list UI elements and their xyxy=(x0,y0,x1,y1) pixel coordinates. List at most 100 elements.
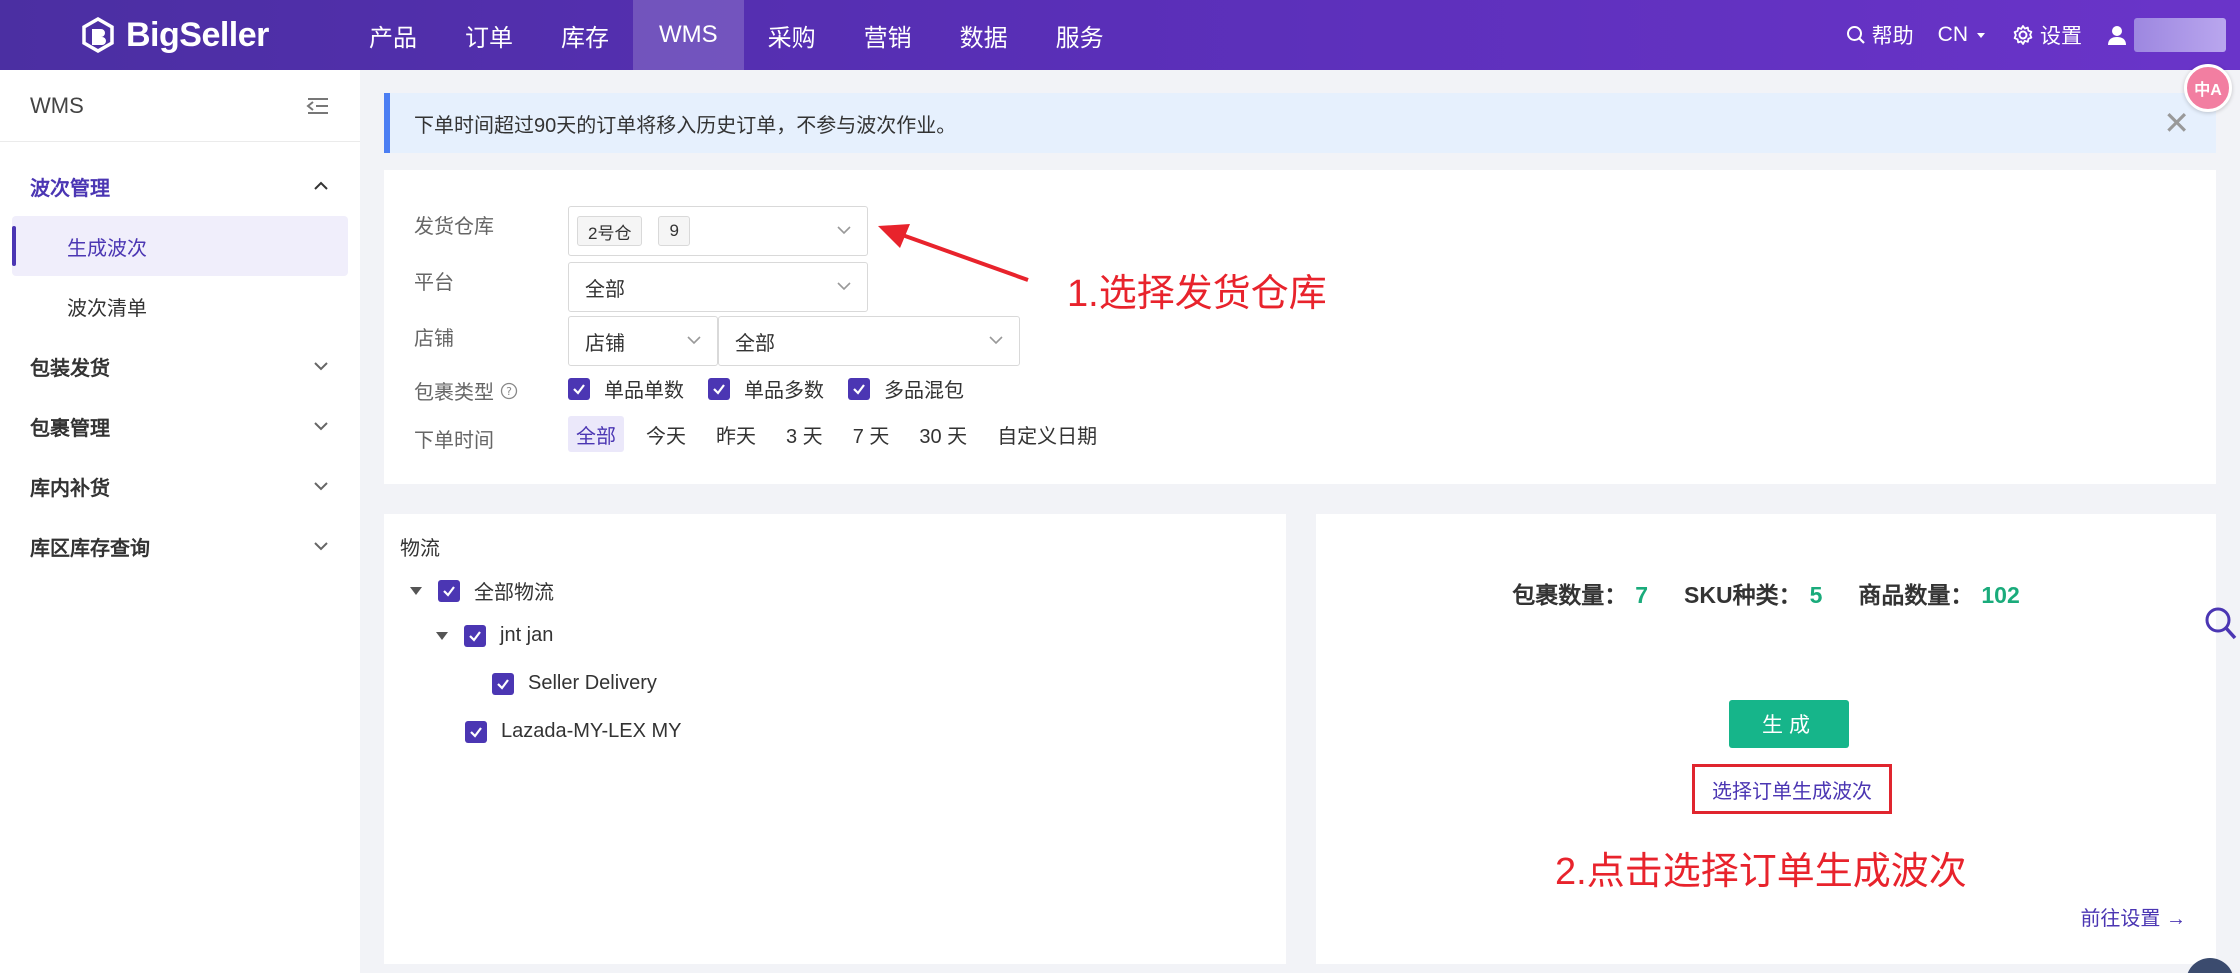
settings-button[interactable]: 设置 xyxy=(2012,20,2082,50)
checkbox-label: 单品单数 xyxy=(604,380,684,402)
chevron-down-icon xyxy=(314,362,328,371)
top-navigation-bar: BigSeller 产品 订单 库存 WMS 采购 营销 数据 服务 帮助 CN… xyxy=(0,0,2240,70)
store-label: 店铺 xyxy=(414,328,454,350)
nav-service[interactable]: 服务 xyxy=(1032,0,1128,70)
time-option-all[interactable]: 全部 xyxy=(568,416,624,452)
warehouse-select[interactable]: 2号仓 9 xyxy=(568,206,868,256)
time-option-3-days[interactable]: 3 天 xyxy=(778,416,831,452)
warehouse-label: 发货仓库 xyxy=(414,216,494,238)
platform-value: 全部 xyxy=(585,278,625,301)
chevron-down-icon xyxy=(314,422,328,431)
help-label: 帮助 xyxy=(1871,25,1914,48)
logo[interactable]: BigSeller xyxy=(80,12,269,58)
sidebar-group-label: 包装发货 xyxy=(30,357,110,380)
checkbox-label: 多品混包 xyxy=(884,380,964,402)
filter-panel: 发货仓库 2号仓 9 平台 全部 店铺 店铺 全部 包裹类型 ? 单品单数 单品… xyxy=(384,170,2216,484)
language-label: CN xyxy=(1937,23,1968,46)
close-icon[interactable]: ✕ xyxy=(2163,107,2190,139)
store-type-select[interactable]: 店铺 xyxy=(568,316,718,366)
time-option-7-days[interactable]: 7 天 xyxy=(845,416,898,452)
user-icon xyxy=(2108,26,2126,45)
caret-down-icon xyxy=(1977,33,1985,38)
help-button[interactable]: 帮助 xyxy=(1846,20,1914,50)
settings-label: 设置 xyxy=(2040,25,2082,48)
package-type-label-wrap: 包裹类型 ? xyxy=(414,376,518,405)
user-menu[interactable] xyxy=(2106,18,2240,52)
order-time-options: 全部 今天 昨天 3 天 7 天 30 天 自定义日期 xyxy=(568,416,1119,452)
nav-data[interactable]: 数据 xyxy=(936,0,1032,70)
time-option-today[interactable]: 今天 xyxy=(638,416,694,452)
generate-button[interactable]: 生成 xyxy=(1729,700,1849,748)
package-type-single-single[interactable]: 单品单数 xyxy=(568,374,684,403)
chevron-down-icon xyxy=(314,482,328,491)
time-option-custom[interactable]: 自定义日期 xyxy=(989,416,1105,452)
expand-caret-icon[interactable] xyxy=(410,586,422,595)
checkbox-checked-icon[interactable] xyxy=(568,377,590,400)
checkbox-checked-icon[interactable] xyxy=(848,377,870,400)
sidebar-header: WMS xyxy=(0,70,360,142)
tree-node-label: Seller Delivery xyxy=(528,672,657,694)
package-type-label: 包裹类型 xyxy=(414,382,494,404)
tree-node-seller-delivery[interactable]: Seller Delivery xyxy=(492,672,657,695)
nav-marketing[interactable]: 营销 xyxy=(840,0,936,70)
help-circle-icon[interactable]: ? xyxy=(500,382,518,400)
time-option-yesterday[interactable]: 昨天 xyxy=(708,416,764,452)
tree-node-label: jnt jan xyxy=(500,624,554,646)
annotation-arrow xyxy=(878,224,1029,282)
checkbox-checked-icon[interactable] xyxy=(708,377,730,400)
sidebar: WMS 波次管理 生成波次 波次清单 包装发货 包裹管理 库内补货 库区库存查询 xyxy=(0,70,360,973)
collapse-menu-icon[interactable] xyxy=(306,96,330,116)
chevron-down-icon xyxy=(837,226,851,235)
nav-inventory[interactable]: 库存 xyxy=(537,0,633,70)
nav-products[interactable]: 产品 xyxy=(345,0,441,70)
tree-node-lazada-lex[interactable]: Lazada-MY-LEX MY xyxy=(465,720,681,743)
sidebar-group-wave-management[interactable]: 波次管理 xyxy=(0,156,360,216)
stat-value: 5 xyxy=(1809,582,1823,608)
stat-label: 商品数量： xyxy=(1858,582,1974,608)
goto-settings-link[interactable]: 前往设置 → xyxy=(2080,902,2186,931)
select-orders-generate-wave-link[interactable]: 选择订单生成波次 xyxy=(1692,764,1892,814)
summary-stats: 包裹数量： 7 SKU种类： 5 商品数量： 102 xyxy=(1316,576,2216,610)
chevron-down-icon xyxy=(314,542,328,551)
platform-select[interactable]: 全部 xyxy=(568,262,868,312)
checkbox-label: 单品多数 xyxy=(744,380,824,402)
search-icon xyxy=(1846,26,1865,44)
sidebar-group-packing-shipping[interactable]: 包装发货 xyxy=(0,336,360,396)
store-value: 全部 xyxy=(735,332,775,355)
main-nav: 产品 订单 库存 WMS 采购 营销 数据 服务 xyxy=(345,0,1128,70)
search-icon[interactable] xyxy=(2204,606,2238,642)
checkbox-checked-icon[interactable] xyxy=(464,624,486,647)
sidebar-item-wave-list[interactable]: 波次清单 xyxy=(12,276,348,336)
expand-caret-icon[interactable] xyxy=(436,631,448,640)
bigseller-logo-icon xyxy=(82,17,114,53)
package-type-options: 单品单数 单品多数 多品混包 xyxy=(568,374,988,403)
time-option-30-days[interactable]: 30 天 xyxy=(911,416,975,452)
language-selector[interactable]: CN xyxy=(1938,23,1988,47)
sidebar-group-replenishment[interactable]: 库内补货 xyxy=(0,456,360,516)
sidebar-group-label: 波次管理 xyxy=(30,177,110,200)
store-type-value: 店铺 xyxy=(585,332,625,355)
sidebar-group-parcel-management[interactable]: 包裹管理 xyxy=(0,396,360,456)
checkbox-checked-icon[interactable] xyxy=(465,720,487,743)
annotation-step-2: 2.点击选择订单生成波次 xyxy=(1555,851,1967,893)
info-banner: 下单时间超过90天的订单将移入历史订单，不参与波次作业。 ✕ xyxy=(384,93,2216,153)
store-select[interactable]: 全部 xyxy=(718,316,1020,366)
tree-node-jnt-jan[interactable]: jnt jan xyxy=(436,624,553,647)
nav-orders[interactable]: 订单 xyxy=(441,0,537,70)
checkbox-checked-icon[interactable] xyxy=(492,672,514,695)
stat-label: SKU种类： xyxy=(1684,582,1802,608)
sidebar-item-generate-wave[interactable]: 生成波次 xyxy=(12,216,348,276)
nav-wms[interactable]: WMS xyxy=(633,0,744,70)
sidebar-group-label: 库区库存查询 xyxy=(30,537,150,560)
sidebar-group-zone-stock-query[interactable]: 库区库存查询 xyxy=(0,516,360,576)
package-type-single-multi[interactable]: 单品多数 xyxy=(708,374,824,403)
sidebar-group-label: 库内补货 xyxy=(30,477,110,500)
nav-purchase[interactable]: 采购 xyxy=(744,0,840,70)
warehouse-tag[interactable]: 9 xyxy=(658,216,690,246)
warehouse-tag[interactable]: 2号仓 xyxy=(577,216,643,246)
package-type-mixed[interactable]: 多品混包 xyxy=(848,374,964,403)
sidebar-group-label: 包裹管理 xyxy=(30,417,110,440)
checkbox-checked-icon[interactable] xyxy=(438,579,460,602)
tree-node-all-logistics[interactable]: 全部物流 xyxy=(410,576,554,605)
translate-button[interactable]: 中A xyxy=(2184,64,2232,112)
